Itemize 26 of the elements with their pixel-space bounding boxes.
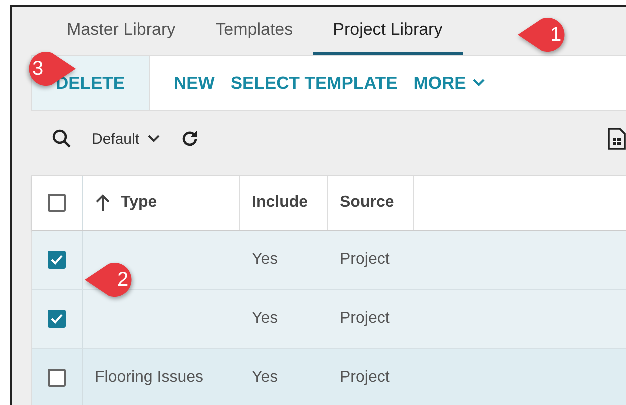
view-dropdown[interactable]: Default <box>92 130 160 148</box>
column-header[interactable]: Type <box>121 194 158 212</box>
table-row[interactable]: Yes Project <box>32 290 626 349</box>
tab[interactable]: Master Library <box>47 7 196 55</box>
column-header[interactable]: Source <box>340 194 394 212</box>
tab[interactable]: Templates <box>196 7 314 55</box>
table-cell: Project <box>340 369 390 387</box>
chevron-icon <box>148 135 160 143</box>
select-all-checkbox[interactable] <box>48 194 66 212</box>
row-checkbox[interactable] <box>48 251 66 269</box>
table-cell: Yes <box>252 310 278 328</box>
table-cell: Project <box>340 310 390 328</box>
table-cell: Flooring Issues <box>95 369 204 387</box>
spreadsheet-icon[interactable] <box>608 128 626 150</box>
table-cell: Project <box>340 251 390 269</box>
row-checkbox[interactable] <box>48 369 66 387</box>
action-button[interactable]: SELECT TEMPLATE <box>222 56 406 110</box>
action-button[interactable]: MORE <box>406 56 494 110</box>
table-row[interactable]: Flooring Issues Yes Project <box>32 349 626 405</box>
column-header[interactable]: Include <box>252 194 308 212</box>
table-cell: Yes <box>252 369 278 387</box>
search-icon[interactable] <box>52 129 72 149</box>
sort-arrow-icon[interactable] <box>95 194 111 212</box>
table-cell: Yes <box>252 251 278 269</box>
row-checkbox[interactable] <box>48 310 66 328</box>
action-button[interactable]: NEW <box>166 56 223 110</box>
